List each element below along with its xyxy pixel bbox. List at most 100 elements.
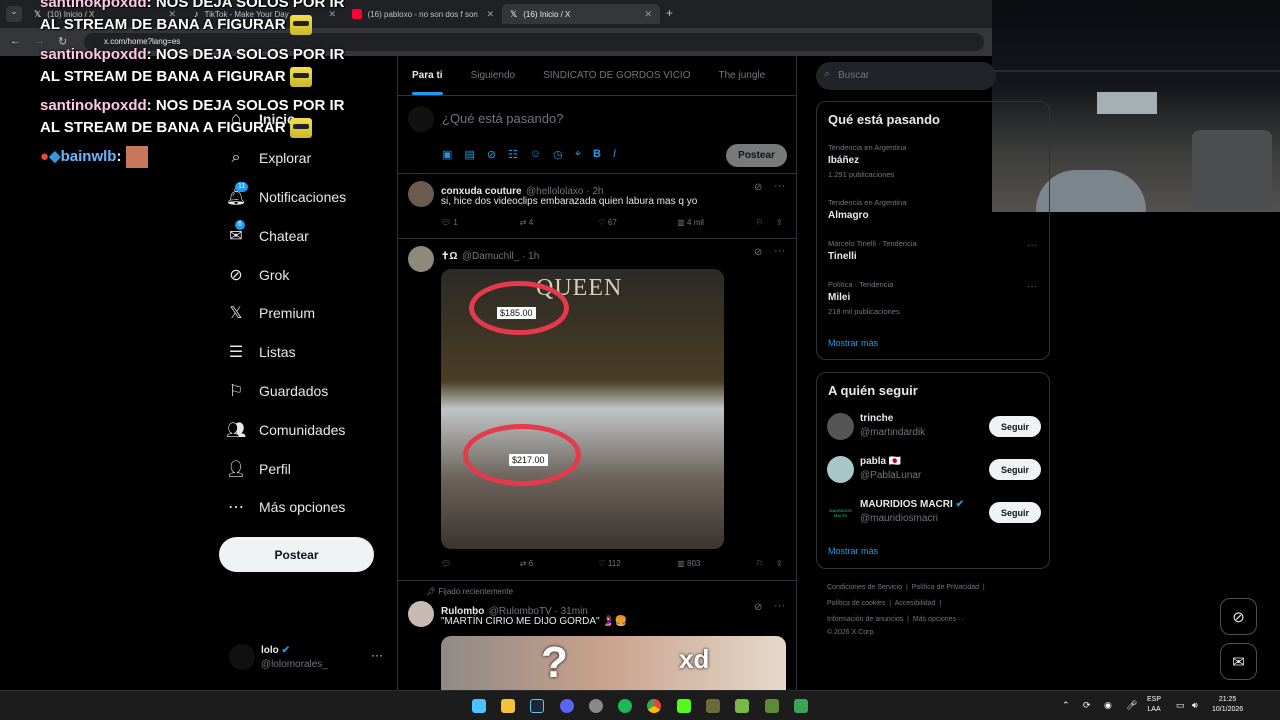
trend-item[interactable]: Política · Tendencia Milei 218 mil publica… [828,280,900,316]
follow-suggestion[interactable]: MAURIDIOS MACRI MAURIDIOS MACRI ✔ @mauri… [827,496,1041,530]
follow-button[interactable]: Seguir [989,416,1041,437]
network-icon[interactable]: ◉ [1104,700,1112,710]
schedule-icon[interactable]: ◷ [553,148,563,161]
language-indicator[interactable]: ESP LAA [1147,695,1161,715]
poll-icon[interactable]: ☷ [508,148,518,161]
follow-suggestion[interactable]: trinche @martindardik Seguir [827,410,1041,444]
nav-chat[interactable]: ✉ 6 Chatear [219,216,389,255]
trend-item[interactable]: Marcelo Tinelli · Tendencia Tinelli [828,239,917,262]
like-button[interactable]: ♡ 112 [599,559,678,568]
views-button[interactable]: ▥ 803 [677,559,756,568]
mic-icon[interactable]: 🎤︎ [1126,700,1137,710]
close-icon[interactable]: ✕ [486,9,494,20]
app-icon[interactable] [765,699,779,713]
tweet[interactable]: 📌︎ Fijado recientemente Rulombo @Rulombo… [398,581,796,690]
share-icon[interactable]: ⇪ [776,218,788,227]
volume-icon[interactable]: 🔊︎ [1192,700,1198,710]
tweet-image[interactable]: QUEEN $185.00 $217.00 [441,269,724,549]
chevron-up-icon[interactable]: ⌃ [1062,700,1070,710]
more-icon[interactable]: ··· [774,180,785,192]
repost-button[interactable]: ⇄ 4 [520,218,599,227]
grok-icon[interactable]: ⊘ [487,148,496,161]
footer-link[interactable]: Condiciones de Servicio [827,584,902,591]
nav-notifications[interactable]: 🔔︎ 11 Notificaciones [219,178,389,217]
show-more-follow-link[interactable]: Mostrar más [828,546,878,556]
clock[interactable]: 21:25 10/1/2026 [1212,695,1243,715]
like-button[interactable]: ♡ 67 [599,218,678,227]
repost-button[interactable]: ⇄ 6 [520,559,599,568]
grok-icon[interactable]: ⊘ [754,182,762,193]
follow-suggestion[interactable]: pabla 🇯🇵 @PablaLunar Seguir [827,453,1041,487]
tab-for-you[interactable]: Para ti [398,70,457,95]
compose-input[interactable]: ¿Qué está pasando? [442,111,563,126]
emoji-icon[interactable]: ☺ [530,148,541,161]
trend-item[interactable]: Tendencia en Argentina Ibáñez 1.291 public… [828,143,906,179]
avatar[interactable] [408,246,434,272]
location-icon[interactable]: ⌖ [575,148,581,161]
post-button[interactable]: Postear [219,537,374,572]
nav-premium[interactable]: 𝕏 Premium [219,294,389,333]
bookmark-icon[interactable]: ⚐ [756,559,776,568]
nav-lists[interactable]: ☰ Listas [219,333,389,372]
tweet[interactable]: ✝Ω @Damuchll_ · 1h ⊘ ··· QUEEN $185.00 $… [398,239,796,581]
nav-bookmarks[interactable]: ⚐ Guardados [219,372,389,411]
nav-communities[interactable]: 👥︎ Comunidades [219,410,389,449]
tweet-image[interactable]: ? xd [441,636,786,690]
discord-icon[interactable] [560,699,574,713]
tweet[interactable]: conxuda couture @hellololaxo · 2h ⊘ ··· … [398,174,796,239]
tab-list-jungle[interactable]: The jungle [705,70,780,81]
bold-icon[interactable]: B [593,148,601,161]
nav-grok[interactable]: ⊘ Grok [219,255,389,294]
messages-fab[interactable]: ✉ [1220,643,1257,680]
nav-explore[interactable]: ⌕ Explorar [219,139,389,178]
share-icon[interactable]: ⇪ [776,559,788,568]
back-icon[interactable]: ← [10,35,21,47]
show-more-trends-link[interactable]: Mostrar más [828,338,878,348]
browser-tab-active[interactable]: 𝕏 (16) Inicio / X ✕ [502,4,660,24]
new-tab-icon[interactable]: + [666,6,673,20]
avatar[interactable] [408,181,434,207]
chrome-icon[interactable] [647,699,661,713]
footer-link[interactable]: Política de Privacidad [912,584,979,591]
start-icon[interactable] [472,699,486,713]
account-switcher[interactable]: lolo ✔ @lolomorales_ ··· [229,642,389,676]
views-button[interactable]: ▥ 4 mil [677,218,756,227]
tab-search-icon[interactable]: ⌄ [6,6,22,22]
browser-tab[interactable]: (16) pabloxo - no son dos f son ✕ [344,4,502,24]
spotify-icon[interactable] [618,699,632,713]
footer-link[interactable]: Más opciones ··· [913,616,965,623]
grok-icon[interactable]: ⊘ [754,247,762,258]
app-icon[interactable] [706,699,720,713]
steam-icon[interactable] [530,699,544,713]
tab-following[interactable]: Siguiendo [457,70,529,81]
search-input[interactable]: ⌕ Buscar [816,62,996,90]
tab-list-sindicato[interactable]: SINDICATO DE GORDOS VICIO [529,70,704,81]
avatar[interactable] [408,601,434,627]
more-icon[interactable]: ··· [371,648,383,662]
close-icon[interactable]: ✕ [644,9,652,20]
nav-profile[interactable]: 👤︎ Perfil [219,449,389,488]
more-icon[interactable]: ··· [1027,240,1037,251]
app-icon[interactable] [794,699,808,713]
tweet-author[interactable]: ✝Ω [441,251,457,262]
nav-more[interactable]: ⋯ Más opciones [219,488,389,527]
footer-link[interactable]: Accesibilidad [895,600,936,607]
more-icon[interactable]: ··· [1027,281,1037,292]
footer-link[interactable]: Política de cookies [827,600,885,607]
image-icon[interactable]: ▣ [442,148,452,161]
file-explorer-icon[interactable] [501,699,515,713]
italic-icon[interactable]: I [613,148,616,161]
compose-post-button[interactable]: Postear [726,144,787,167]
trend-item[interactable]: Tendencia en Argentina Almagro [828,198,906,221]
follow-button[interactable]: Seguir [989,459,1041,480]
more-icon[interactable]: ··· [774,600,785,612]
grok-icon[interactable]: ⊘ [754,602,762,613]
kick-icon[interactable] [677,699,691,713]
more-icon[interactable]: ··· [774,245,785,257]
grok-fab[interactable]: ⊘ [1220,598,1257,635]
sync-icon[interactable]: ⟳ [1083,700,1091,710]
reply-button[interactable]: 💬︎ [441,559,520,568]
minecraft-icon[interactable] [735,699,749,713]
reply-button[interactable]: 💬︎ 1 [441,218,520,227]
gif-icon[interactable]: ▤ [464,148,474,161]
